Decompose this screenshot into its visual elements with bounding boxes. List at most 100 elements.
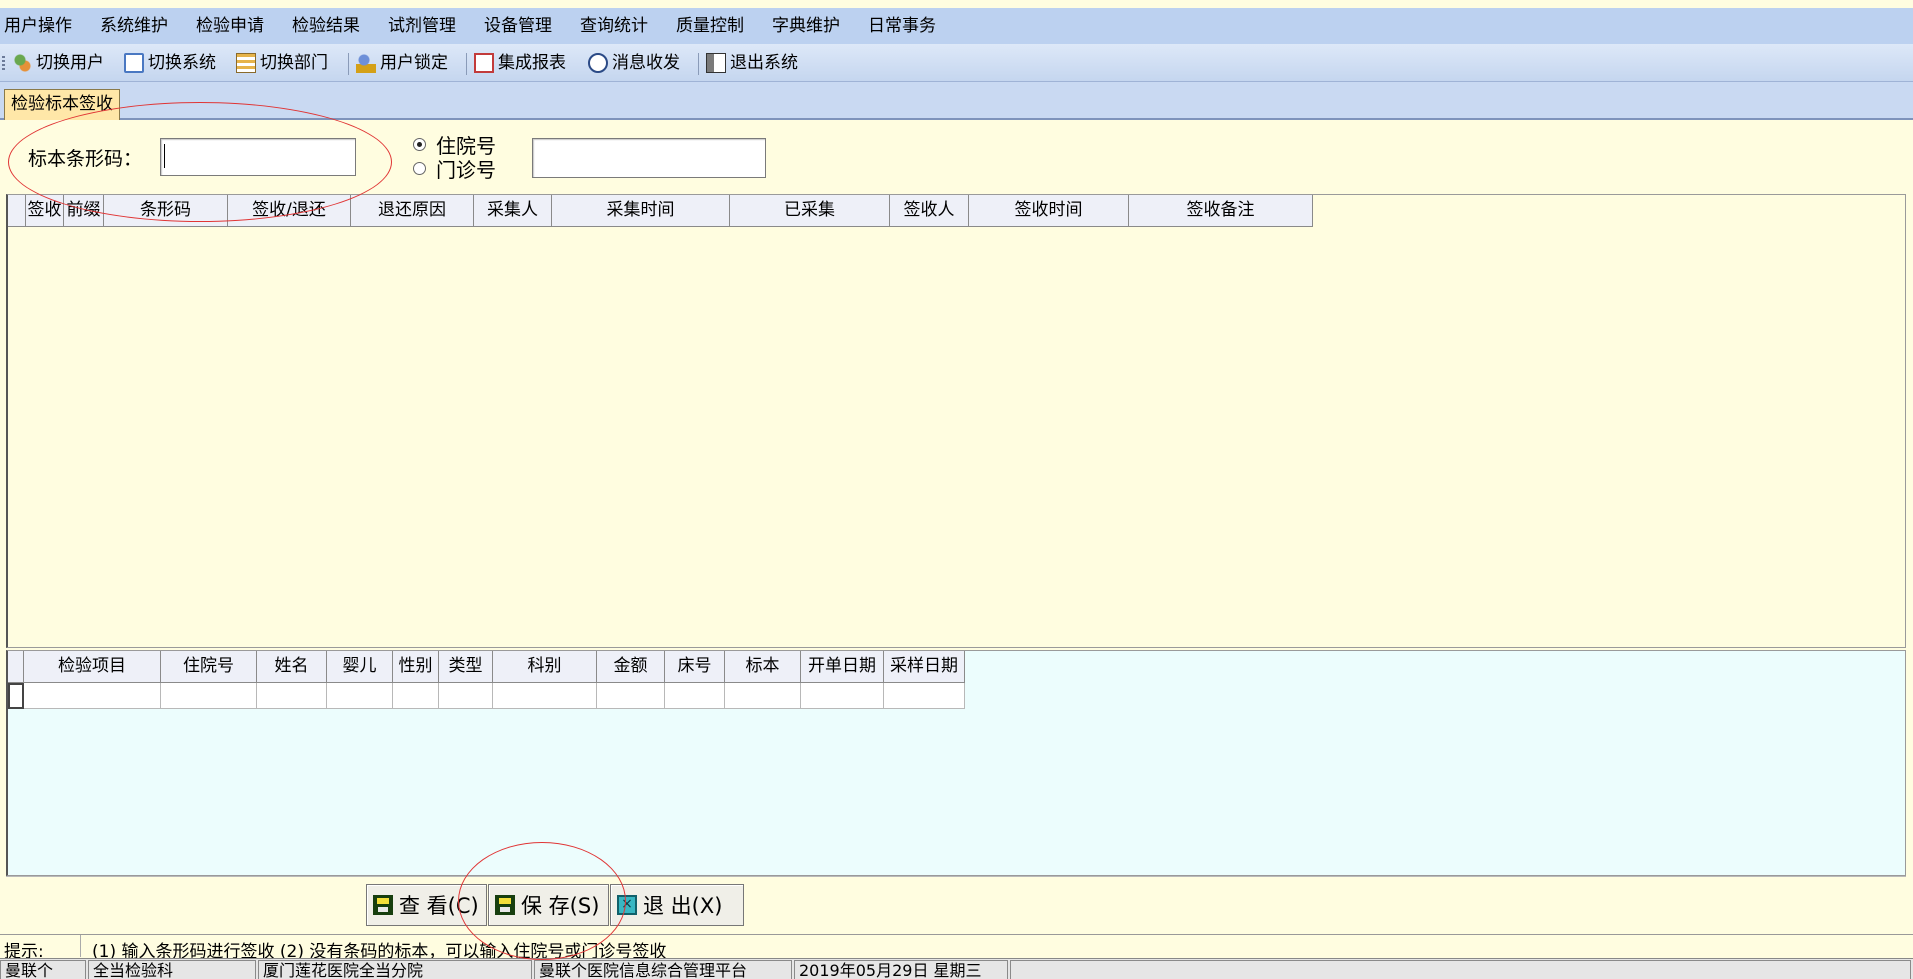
menu-item-5[interactable]: 设备管理	[484, 8, 552, 44]
column-header[interactable]: 采样日期	[884, 651, 965, 683]
status-pane-1: 全当检验科	[88, 960, 256, 979]
menu-item-9[interactable]: 日常事务	[868, 8, 936, 44]
filter-panel: 标本条形码： 住院号 门诊号	[6, 122, 1906, 194]
menu-item-4[interactable]: 试剂管理	[388, 8, 456, 44]
toolbar-button-label: 消息收发	[612, 53, 680, 73]
column-header[interactable]: 签收/退还	[228, 195, 351, 227]
column-header[interactable]: 婴儿	[327, 651, 393, 683]
tab-strip: 检验标本签收	[0, 82, 1913, 120]
menu-item-7[interactable]: 质量控制	[676, 8, 744, 44]
status-pane-4: 2019年05月29日 星期三	[794, 960, 1008, 979]
save-disk-icon	[373, 895, 393, 915]
column-header[interactable]: 标本	[725, 651, 801, 683]
column-header[interactable]: 已采集	[730, 195, 890, 227]
save-button-label: 保 存(S)	[521, 894, 600, 918]
toolbar-button-label: 集成报表	[498, 53, 566, 73]
status-pane-2: 厦门莲花医院全当分院	[258, 960, 532, 979]
toolbar-button-label: 切换系统	[148, 53, 216, 73]
menu-item-3[interactable]: 检验结果	[292, 8, 360, 44]
toolbar-button-5[interactable]: 消息收发	[588, 49, 680, 77]
column-header[interactable]: 签收备注	[1129, 195, 1313, 227]
info-icon	[588, 53, 608, 73]
status-pane-5	[1010, 960, 1911, 979]
toolbar-button-label: 退出系统	[730, 53, 798, 73]
column-header[interactable]: 金额	[597, 651, 665, 683]
outpatient-radio[interactable]	[413, 162, 426, 175]
column-header[interactable]: 退还原因	[351, 195, 474, 227]
toolbar-button-3[interactable]: 用户锁定	[356, 49, 448, 77]
text-cursor	[164, 144, 165, 168]
column-header[interactable]: 签收时间	[969, 195, 1129, 227]
close-box-icon: ×	[617, 895, 637, 915]
table-cell[interactable]	[161, 683, 257, 709]
column-header[interactable]: 采集时间	[552, 195, 730, 227]
toolbar: 切换用户 切换系统 切换部门 用户锁定 集成报表 消息收发 退出系统	[0, 44, 1913, 82]
barcode-input[interactable]	[160, 138, 356, 176]
table-cell[interactable]	[257, 683, 327, 709]
column-header[interactable]: 开单日期	[801, 651, 884, 683]
menu-item-6[interactable]: 查询统计	[580, 8, 648, 44]
table-cell[interactable]	[24, 683, 161, 709]
column-header[interactable]: 性别	[393, 651, 439, 683]
view-button[interactable]: 查 看(C)	[366, 884, 487, 926]
column-header[interactable]: 床号	[665, 651, 725, 683]
save-button[interactable]: 保 存(S)	[488, 884, 609, 926]
column-header[interactable]: 姓名	[257, 651, 327, 683]
inpatient-radio[interactable]	[413, 138, 426, 151]
user-lock-icon	[356, 53, 376, 73]
toolbar-button-label: 切换用户	[36, 53, 104, 73]
grid-corner	[8, 195, 26, 227]
toolbar-button-6[interactable]: 退出系统	[706, 49, 798, 77]
toolbar-button-0[interactable]: 切换用户	[12, 49, 104, 77]
menu-bar: 用户操作 系统维护 检验申请 检验结果 试剂管理 设备管理 查询统计 质量控制 字典维护 日常事务	[0, 8, 1913, 44]
table-cell[interactable]	[884, 683, 965, 709]
table-cell[interactable]	[439, 683, 493, 709]
toolbar-separator	[466, 53, 467, 75]
report-icon	[474, 53, 494, 73]
column-header[interactable]: 签收人	[890, 195, 969, 227]
tab-specimen-receipt[interactable]: 检验标本签收	[4, 89, 120, 120]
column-header[interactable]: 采集人	[474, 195, 552, 227]
toolbar-button-4[interactable]: 集成报表	[474, 49, 566, 77]
table-cell[interactable]	[725, 683, 801, 709]
toolbar-button-2[interactable]: 切换部门	[236, 49, 328, 77]
column-header[interactable]: 条形码	[104, 195, 228, 227]
save-disk-icon	[495, 895, 515, 915]
column-header[interactable]: 类型	[439, 651, 493, 683]
specimen-grid[interactable]: 签收 前缀 条形码 签收/退还 退还原因 采集人 采集时间 已采集 签收人 签收时间 签收备注	[6, 194, 1906, 648]
button-bar: 查 看(C) 保 存(S) × 退 出(X)	[6, 876, 1906, 932]
table-cell[interactable]	[393, 683, 439, 709]
menu-item-8[interactable]: 字典维护	[772, 8, 840, 44]
outpatient-radio-label[interactable]: 门诊号	[436, 154, 496, 183]
toolbar-button-label: 切换部门	[260, 53, 328, 73]
patient-number-input[interactable]	[532, 138, 766, 178]
table-cell[interactable]	[597, 683, 665, 709]
exit-door-icon	[706, 53, 726, 73]
column-header[interactable]: 前缀	[64, 195, 104, 227]
menu-item-0[interactable]: 用户操作	[4, 8, 72, 44]
column-header[interactable]: 科别	[493, 651, 597, 683]
column-header[interactable]: 检验项目	[24, 651, 161, 683]
hint-bar: 提示: (1) 输入条形码进行签收 (2) 没有条码的标本，可以输入住院号或门诊…	[0, 934, 1913, 962]
table-cell[interactable]	[327, 683, 393, 709]
switch-user-icon	[12, 53, 32, 73]
detail-grid[interactable]: 检验项目 住院号 姓名 婴儿 性别 类型 科别 金额 床号 标本 开单日期 采样日期	[6, 650, 1906, 876]
status-bar: 曼联个 全当检验科 厦门莲花医院全当分院 曼联个医院信息综合管理平台 2019年05月2…	[0, 958, 1913, 979]
switch-department-icon	[236, 53, 256, 73]
column-header[interactable]: 住院号	[161, 651, 257, 683]
toolbar-button-1[interactable]: 切换系统	[124, 49, 216, 77]
menu-item-1[interactable]: 系统维护	[100, 8, 168, 44]
table-cell[interactable]	[801, 683, 884, 709]
exit-button[interactable]: × 退 出(X)	[610, 884, 744, 926]
column-header[interactable]: 签收	[26, 195, 64, 227]
grid-corner	[8, 651, 24, 683]
row-header[interactable]	[8, 683, 24, 709]
toolbar-separator	[698, 53, 699, 75]
status-pane-3: 曼联个医院信息综合管理平台	[534, 960, 792, 979]
exit-button-label: 退 出(X)	[643, 894, 723, 918]
barcode-label: 标本条形码：	[28, 148, 143, 170]
table-cell[interactable]	[493, 683, 597, 709]
menu-item-2[interactable]: 检验申请	[196, 8, 264, 44]
table-cell[interactable]	[665, 683, 725, 709]
toolbar-grip[interactable]	[2, 56, 5, 72]
